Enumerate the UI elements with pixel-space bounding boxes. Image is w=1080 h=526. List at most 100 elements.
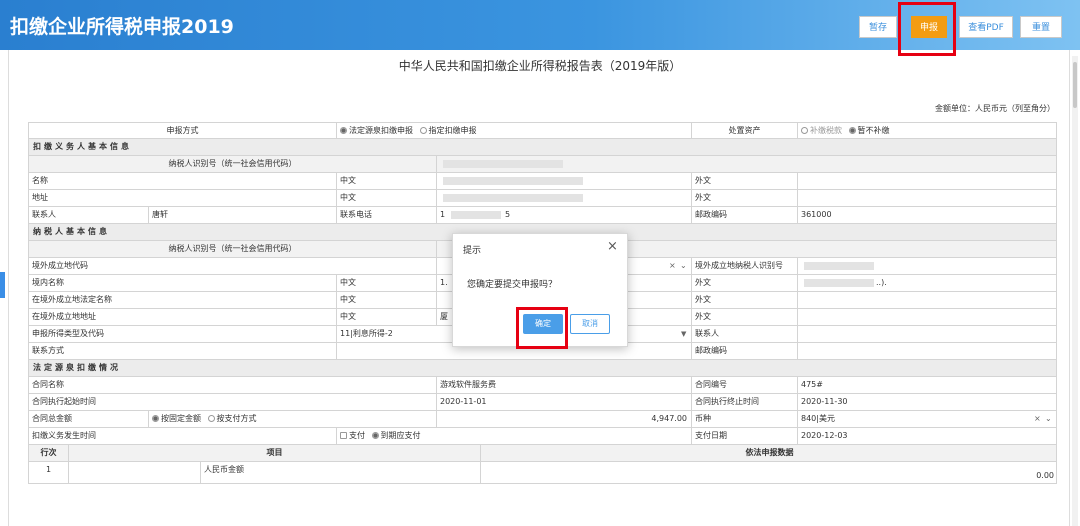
radio-defer-tax[interactable] bbox=[848, 127, 856, 134]
taxpayer-postal-field[interactable] bbox=[798, 343, 1058, 359]
taxpayer-section-title: 纳税人基本信息 bbox=[33, 227, 110, 236]
table-row: 1 人民币金额 0.00 bbox=[28, 462, 1057, 484]
withholding-time-label: 扣缴义务发生时间 bbox=[29, 428, 337, 444]
checkbox-paid[interactable] bbox=[340, 432, 347, 439]
table-row: 合同执行起始时间 2020-11-01 合同执行终止时间 2020-11-30 bbox=[28, 394, 1057, 411]
radio-due-payment[interactable] bbox=[371, 432, 379, 439]
overseas-address-label: 在境外成立地地址 bbox=[29, 309, 337, 325]
table-row: 地址 中文 外文 bbox=[28, 190, 1057, 207]
contract-name-field[interactable]: 游戏软件服务费 bbox=[437, 377, 692, 393]
phone-label: 联系电话 bbox=[337, 207, 437, 223]
domestic-name-foreign-label: 外文 bbox=[692, 275, 798, 291]
row-spacer bbox=[69, 462, 201, 483]
address-chinese-field[interactable] bbox=[437, 190, 692, 206]
domestic-name-foreign-field[interactable]: ..). bbox=[798, 275, 1058, 291]
currency-select[interactable]: 840|美元 × ⌄ bbox=[798, 411, 1058, 427]
withholder-taxid-label: 纳税人识别号（统一社会信用代码） bbox=[29, 156, 437, 172]
postal-value[interactable]: 361000 bbox=[798, 207, 1058, 223]
view-pdf-button[interactable]: 查看PDF bbox=[959, 16, 1013, 38]
radio-statutory[interactable] bbox=[340, 127, 347, 134]
form-title: 中华人民共和国扣缴企业所得税报告表（2019年版） bbox=[398, 59, 682, 73]
address-foreign-field[interactable] bbox=[798, 190, 1058, 206]
clear-icon[interactable]: × bbox=[1034, 411, 1041, 427]
overseas-address-chinese-label: 中文 bbox=[337, 309, 437, 325]
contract-name-label: 合同名称 bbox=[29, 377, 437, 393]
table-row: 合同名称 游戏软件服务费 合同编号 475# bbox=[28, 377, 1057, 394]
app-title: 扣缴企业所得税申报2019 bbox=[10, 16, 234, 38]
side-collapse-tab[interactable] bbox=[0, 272, 5, 298]
table-row: 纳税人识别号（统一社会信用代码） bbox=[28, 156, 1057, 173]
row-value[interactable]: 0.00 bbox=[481, 462, 1058, 483]
overseas-legal-name-label: 在境外成立地法定名称 bbox=[29, 292, 337, 308]
contract-no-field[interactable]: 475# bbox=[798, 377, 1058, 393]
close-icon[interactable]: × bbox=[607, 239, 618, 254]
taxpayer-taxid-label: 纳税人识别号（统一社会信用代码） bbox=[29, 241, 437, 257]
page-scrollbar[interactable] bbox=[1072, 56, 1078, 526]
table-row: 合同总金额 按固定金额 按支付方式 4,947.00 币种 840|美元 × ⌄ bbox=[28, 411, 1057, 428]
address-foreign-label: 外文 bbox=[692, 190, 798, 206]
clear-icon[interactable]: × bbox=[669, 258, 676, 274]
contract-end-label: 合同执行终止时间 bbox=[692, 394, 798, 410]
data-table-header: 行次 项目 依法申报数据 bbox=[28, 445, 1057, 462]
save-draft-button[interactable]: 暂存 bbox=[859, 16, 897, 38]
cancel-button[interactable]: 取消 bbox=[570, 314, 610, 334]
overseas-address-foreign-label: 外文 bbox=[692, 309, 798, 325]
row-no: 1 bbox=[29, 462, 69, 483]
name-chinese-label: 中文 bbox=[337, 173, 437, 189]
phone-field[interactable]: 15 bbox=[437, 207, 692, 223]
reset-button[interactable]: 重置 bbox=[1020, 16, 1062, 38]
overseas-taxid-label: 境外成立地纳税人识别号 bbox=[692, 258, 798, 274]
statutory-section-title: 法定源泉扣缴情况 bbox=[33, 363, 121, 372]
radio-fixed-amount-label: 按固定金额 bbox=[161, 414, 201, 423]
taxpayer-contact-label: 联系人 bbox=[692, 326, 798, 342]
contract-end-field[interactable]: 2020-11-30 bbox=[798, 394, 1058, 410]
col-row-no: 行次 bbox=[29, 445, 69, 461]
name-foreign-field[interactable] bbox=[798, 173, 1058, 189]
income-type-label: 申报所得类型及代码 bbox=[29, 326, 337, 342]
radio-designated[interactable] bbox=[419, 127, 427, 134]
legal-name-foreign-label: 外文 bbox=[692, 292, 798, 308]
contact-label: 联系人 bbox=[29, 207, 149, 223]
currency-value: 840|美元 bbox=[801, 414, 835, 423]
name-chinese-field[interactable] bbox=[437, 173, 692, 189]
unit-note: 金额单位：人民币元（列至角分） bbox=[935, 104, 1055, 113]
radio-payment-method[interactable] bbox=[207, 415, 215, 422]
submit-highlight-box bbox=[898, 2, 956, 56]
foreign-name-tail: ..). bbox=[876, 278, 887, 287]
phone-value-head: 1 bbox=[440, 210, 446, 219]
chevron-down-icon[interactable]: ⌄ bbox=[680, 258, 687, 274]
name-label: 名称 bbox=[29, 173, 337, 189]
contract-total-field[interactable]: 4,947.00 bbox=[437, 411, 692, 427]
declare-method-label: 申报方式 bbox=[29, 123, 337, 139]
payment-date-field[interactable]: 2020-12-03 bbox=[798, 428, 1058, 444]
checkbox-paid-label: 支付 bbox=[349, 431, 365, 440]
withholder-section-title: 扣缴义务人基本信息 bbox=[33, 142, 132, 151]
withholder-section-header: 扣缴义务人基本信息 bbox=[28, 139, 1057, 156]
withholding-time-options: 支付 到期应支付 bbox=[337, 428, 692, 444]
withholder-taxid-field[interactable] bbox=[437, 156, 1058, 172]
dropdown-arrow-icon[interactable]: ▼ bbox=[681, 326, 686, 342]
contact-value[interactable]: 唐轩 bbox=[149, 207, 337, 223]
contract-start-label: 合同执行起始时间 bbox=[29, 394, 437, 410]
name-foreign-label: 外文 bbox=[692, 173, 798, 189]
currency-label: 币种 bbox=[692, 411, 798, 427]
chevron-down-icon[interactable]: ⌄ bbox=[1045, 411, 1052, 427]
asset-disposal-radios: 补缴税款 暂不补缴 bbox=[798, 123, 1058, 139]
taxpayer-contact-field[interactable] bbox=[798, 326, 1058, 342]
dialog-message: 您确定要提交申报吗？ bbox=[467, 280, 558, 290]
radio-pay-tax[interactable] bbox=[801, 127, 808, 134]
contract-start-field[interactable]: 2020-11-01 bbox=[437, 394, 692, 410]
legal-name-chinese-label: 中文 bbox=[337, 292, 437, 308]
statutory-section-header: 法定源泉扣缴情况 bbox=[28, 360, 1057, 377]
radio-pay-tax-label: 补缴税款 bbox=[810, 126, 842, 135]
col-item: 项目 bbox=[69, 445, 481, 461]
legal-name-foreign-field[interactable] bbox=[798, 292, 1058, 308]
overseas-taxid-field[interactable] bbox=[798, 258, 1058, 274]
postal-label: 邮政编码 bbox=[692, 207, 798, 223]
dialog-title: 提示 bbox=[463, 246, 482, 256]
overseas-address-foreign-field[interactable] bbox=[798, 309, 1058, 325]
radio-fixed-amount[interactable] bbox=[152, 415, 159, 422]
contract-total-radios: 按固定金额 按支付方式 bbox=[149, 411, 437, 427]
declare-method-radios: 法定源泉扣缴申报 指定扣缴申报 bbox=[337, 123, 692, 139]
contact-info-label: 联系方式 bbox=[29, 343, 337, 359]
